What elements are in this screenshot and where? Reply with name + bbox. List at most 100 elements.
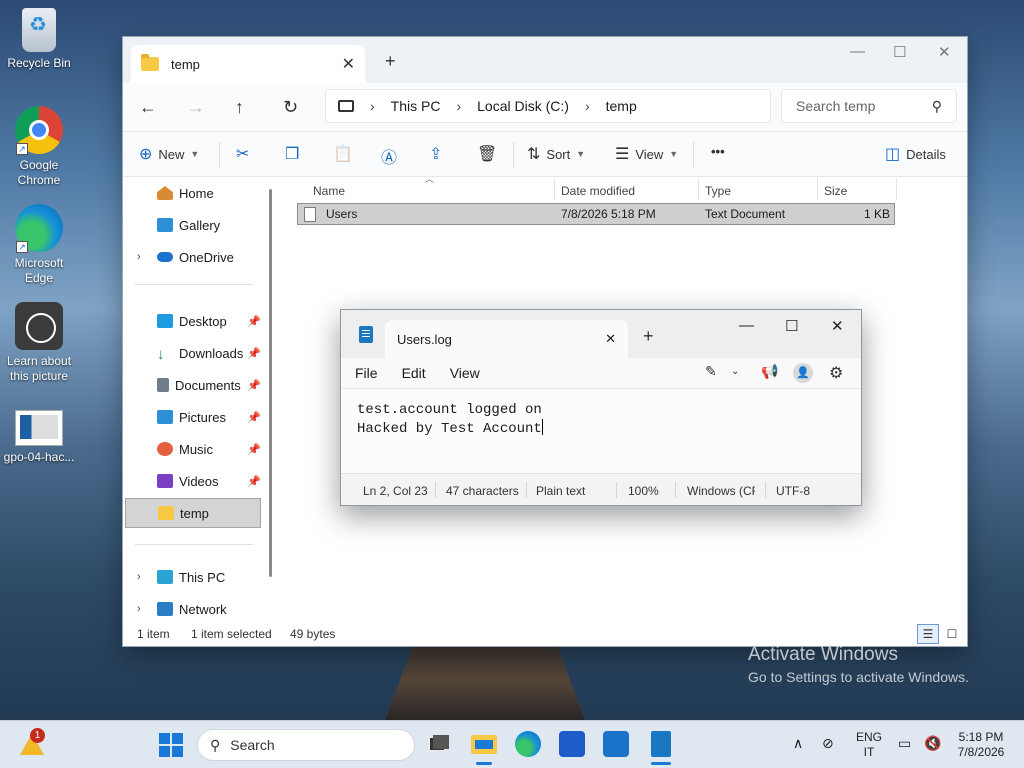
pin-icon[interactable]: 📌 <box>247 443 261 456</box>
notepad-taskbar-button[interactable] <box>648 731 674 757</box>
breadcrumb[interactable]: › This PC › Local Disk (C:) › temp <box>325 89 771 123</box>
close-button[interactable]: ✕ <box>831 317 844 335</box>
chevron-right-icon[interactable]: › <box>137 571 141 583</box>
pin-icon[interactable]: 📌 <box>247 379 261 392</box>
nav-item-music[interactable]: Music 📌 <box>125 434 261 464</box>
close-tab-icon[interactable]: ✕ <box>342 54 355 74</box>
edge-taskbar-button[interactable] <box>515 731 541 757</box>
volume-muted-icon[interactable]: 🔇 <box>924 735 941 752</box>
nav-item-gallery[interactable]: Gallery <box>125 210 261 240</box>
refresh-button[interactable]: ↻ <box>283 97 331 118</box>
column-header-type[interactable]: Type <box>705 184 731 198</box>
account-icon[interactable]: 👤 <box>793 363 813 383</box>
scissors-icon: ✂ <box>236 146 250 163</box>
document-icon <box>157 378 169 392</box>
chevron-up-icon[interactable]: ∧ <box>793 735 803 752</box>
delete-button[interactable]: 🗑 <box>477 144 503 164</box>
new-tab-button[interactable]: + <box>643 326 654 347</box>
new-tab-button[interactable]: + <box>385 51 396 72</box>
search-input[interactable]: Search temp ⚲ <box>781 89 957 123</box>
minimize-button[interactable]: — <box>850 43 865 60</box>
details-view-button[interactable]: ☰ <box>917 624 939 644</box>
nav-item-videos[interactable]: Videos 📌 <box>125 466 261 496</box>
start-button[interactable] <box>159 733 183 757</box>
more-options-button[interactable]: ••• <box>711 144 725 159</box>
nav-item-documents[interactable]: Documents 📌 <box>125 370 261 400</box>
nav-item-temp[interactable]: temp <box>125 498 261 528</box>
text-editor[interactable]: test.account logged on Hacked by Test Acc… <box>341 388 861 474</box>
menu-file[interactable]: File <box>355 365 378 381</box>
desktop-icon-edge[interactable]: ↗ Microsoft Edge <box>0 204 78 286</box>
language-indicator[interactable]: ENG IT <box>856 730 882 760</box>
details-pane-button[interactable]: ◫ Details <box>885 144 946 164</box>
network-disconnected-icon[interactable]: ⊘ <box>822 735 834 752</box>
nav-item-onedrive[interactable]: › OneDrive <box>125 242 261 272</box>
new-button[interactable]: ⊕ New ▼ <box>139 144 199 164</box>
pin-icon[interactable]: 📌 <box>247 347 261 360</box>
breadcrumb-local-disk[interactable]: Local Disk (C:) <box>477 98 569 114</box>
taskbar-search[interactable]: ⚲ Search <box>197 729 415 761</box>
column-header-name[interactable]: Name <box>313 184 345 198</box>
column-divider[interactable] <box>698 178 699 200</box>
chevron-right-icon[interactable]: › <box>137 603 141 615</box>
share-button[interactable]: ⇪ <box>429 144 448 164</box>
nav-item-downloads[interactable]: ↓ Downloads 📌 <box>125 338 261 368</box>
minimize-button[interactable]: — <box>739 317 754 334</box>
store-taskbar-button[interactable] <box>559 731 585 757</box>
column-header-size[interactable]: Size <box>824 184 847 198</box>
sort-label: Sort <box>546 146 571 162</box>
nav-item-home[interactable]: Home <box>125 178 261 208</box>
close-tab-icon[interactable]: ✕ <box>605 331 616 347</box>
breadcrumb-temp[interactable]: temp <box>606 98 637 114</box>
settings-gear-icon[interactable]: ⚙ <box>829 363 843 383</box>
display-icon[interactable]: ▭ <box>898 735 911 752</box>
explorer-tab[interactable]: temp ✕ <box>131 45 365 83</box>
desktop-icon-learn-about-picture[interactable]: Learn about this picture <box>0 302 78 384</box>
view-button[interactable]: ☰ View ▼ <box>615 144 678 164</box>
divider <box>675 482 676 498</box>
up-button[interactable]: ↑ <box>235 97 283 118</box>
column-header-date[interactable]: Date modified <box>561 184 635 198</box>
megaphone-icon[interactable]: 📢 <box>761 363 778 380</box>
paste-button[interactable]: 📋 <box>333 144 359 164</box>
pin-icon[interactable]: 📌 <box>247 475 261 488</box>
cut-button[interactable]: ✂ <box>236 144 255 164</box>
maximize-button[interactable]: ☐ <box>893 43 906 61</box>
desktop-icon-gpo-file[interactable]: gpo-04-hac... <box>0 404 78 465</box>
copilot-icon[interactable]: ✎ <box>705 363 717 380</box>
tiles-view-button[interactable]: ☐ <box>941 624 963 644</box>
column-divider[interactable] <box>896 178 897 200</box>
home-icon <box>157 186 173 200</box>
nav-item-desktop[interactable]: Desktop 📌 <box>125 306 261 336</box>
back-button[interactable]: ← <box>139 97 187 118</box>
copy-button[interactable]: ❐ <box>285 144 305 164</box>
notepad-app-icon <box>359 326 373 343</box>
nav-scrollbar[interactable] <box>269 189 272 577</box>
desktop-icon-chrome[interactable]: ↗ Google Chrome <box>0 106 78 188</box>
nav-item-this-pc[interactable]: › This PC <box>125 562 261 592</box>
breadcrumb-this-pc[interactable]: This PC <box>391 98 441 114</box>
nav-item-pictures[interactable]: Pictures 📌 <box>125 402 261 432</box>
desktop-icon-recycle-bin[interactable]: Recycle Bin <box>0 8 78 71</box>
pin-icon[interactable]: 📌 <box>247 315 261 328</box>
clock[interactable]: 5:18 PM 7/8/2026 <box>954 730 1008 760</box>
menu-view[interactable]: View <box>450 365 480 381</box>
chevron-down-icon[interactable]: ⌄ <box>731 366 739 377</box>
file-explorer-taskbar-button[interactable] <box>471 731 497 757</box>
table-row[interactable]: Users 7/8/2026 5:18 PM Text Document 1 K… <box>297 203 895 225</box>
zoom-level[interactable]: 100% <box>628 484 659 498</box>
sort-button[interactable]: ⇅ Sort ▼ <box>527 144 585 164</box>
menu-edit[interactable]: Edit <box>402 365 426 381</box>
outlook-taskbar-button[interactable] <box>603 731 629 757</box>
task-view-button[interactable] <box>427 731 453 757</box>
column-divider[interactable] <box>554 178 555 200</box>
notepad-tab[interactable]: Users.log ✕ <box>385 320 628 358</box>
maximize-button[interactable]: ☐ <box>785 317 798 335</box>
nav-item-network[interactable]: › Network <box>125 594 261 624</box>
column-divider[interactable] <box>817 178 818 200</box>
close-button[interactable]: ✕ <box>938 43 951 61</box>
rename-button[interactable]: Ⓐ <box>381 144 403 168</box>
pin-icon[interactable]: 📌 <box>247 411 261 424</box>
forward-button[interactable]: → <box>187 97 235 118</box>
chevron-right-icon[interactable]: › <box>137 251 141 263</box>
